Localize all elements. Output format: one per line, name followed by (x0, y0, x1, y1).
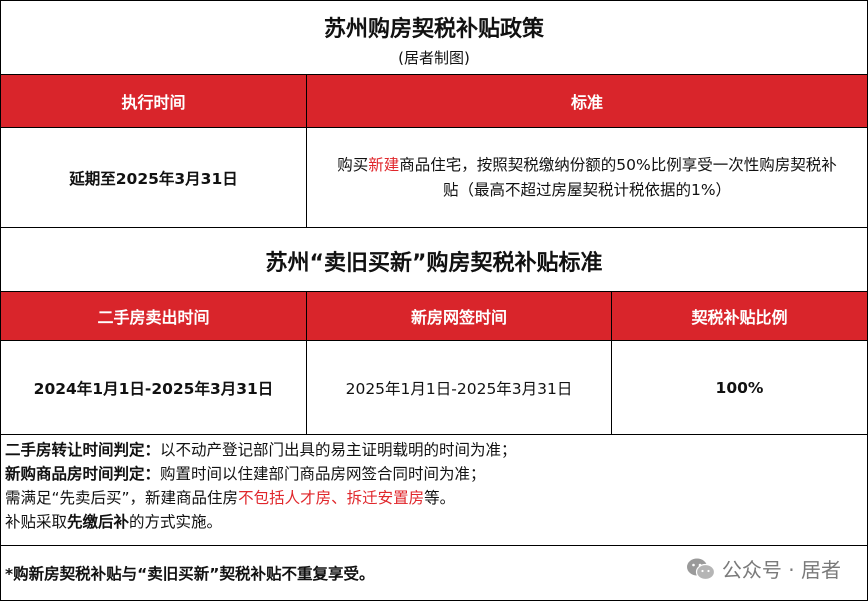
replace-header-row: 二手房卖出时间 新房网签时间 契税补贴比例 (1, 292, 867, 341)
policy-title: 苏州购房契税补贴政策 (323, 17, 544, 42)
header-sign-time: 新房网签时间 (307, 292, 612, 340)
policy-table: 苏州购房契税补贴政策 (居者制图) 执行时间 标准 延期至2025年3月31日 … (0, 0, 868, 601)
note-1-text: 以不动产登记部门出具的易主证明载明的时间为准； (160, 441, 517, 459)
standard-text-2: 商品住宅，按照契税缴纳份额的50%比例享受一次性购房契税补 (399, 155, 837, 174)
standard-value: 购买新建商品住宅，按照契税缴纳份额的50%比例享受一次性购房契税补 贴（最高不超… (307, 128, 867, 227)
wechat-icon (686, 558, 716, 580)
note-2-label: 新购商品房时间判定： (5, 465, 161, 483)
note-4-text-a: 补贴采取 (5, 513, 68, 531)
policy-header-row: 执行时间 标准 (1, 75, 867, 128)
note-3-highlight: 不包括人才房、拆迁安置房 (238, 489, 425, 507)
note-4-bold: 先缴后补 (67, 513, 130, 531)
policy-data-row: 延期至2025年3月31日 购买新建商品住宅，按照契税缴纳份额的50%比例享受一… (1, 128, 867, 228)
sign-time-value: 2025年1月1日-2025年3月31日 (307, 341, 612, 434)
exec-time-value: 延期至2025年3月31日 (1, 128, 307, 227)
header-exec-time: 执行时间 (1, 75, 307, 127)
header-sell-time: 二手房卖出时间 (1, 292, 307, 340)
sell-time-value: 2024年1月1日-2025年3月31日 (1, 341, 307, 434)
note-1: 二手房转让时间判定：以不动产登记部门出具的易主证明载明的时间为准； (5, 438, 863, 462)
replace-title: 苏州“卖旧买新”购房契税补贴标准 (265, 251, 603, 276)
note-1-label: 二手房转让时间判定： (5, 441, 161, 459)
policy-title-section: 苏州购房契税补贴政策 (居者制图) (1, 1, 867, 75)
note-2-text: 购置时间以住建部门商品房网签合同时间为准； (160, 465, 486, 483)
header-standard: 标准 (570, 93, 603, 112)
subsidy-ratio-value: 100% (715, 378, 764, 397)
note-2: 新购商品房时间判定：购置时间以住建部门商品房网签合同时间为准； (5, 462, 863, 486)
note-4-text-b: 的方式实施。 (129, 513, 223, 531)
note-3: 需满足“先卖后买”，新建商品住房不包括人才房、拆迁安置房等。 (5, 486, 863, 510)
note-3-text-b: 等。 (424, 489, 456, 507)
standard-text-3: 贴（最高不超过房屋契税计税依据的1%） (442, 180, 732, 199)
replace-data-row: 2024年1月1日-2025年3月31日 2025年1月1日-2025年3月31… (1, 341, 867, 435)
replace-title-section: 苏州“卖旧买新”购房契税补贴标准 (1, 228, 867, 292)
note-4: 补贴采取先缴后补的方式实施。 (5, 510, 863, 534)
notes-section: 二手房转让时间判定：以不动产登记部门出具的易主证明载明的时间为准； 新购商品房时… (1, 435, 867, 546)
policy-subtitle: (居者制图) (398, 49, 470, 67)
standard-text-1: 购买 (337, 155, 369, 174)
watermark-text: 公众号 · 居者 (721, 558, 841, 582)
standard-highlight: 新建 (368, 155, 400, 174)
watermark: 公众号 · 居者 (686, 554, 841, 583)
note-3-text-a: 需满足“先卖后买”，新建商品住房 (5, 489, 239, 507)
header-subsidy-ratio: 契税补贴比例 (691, 308, 788, 327)
